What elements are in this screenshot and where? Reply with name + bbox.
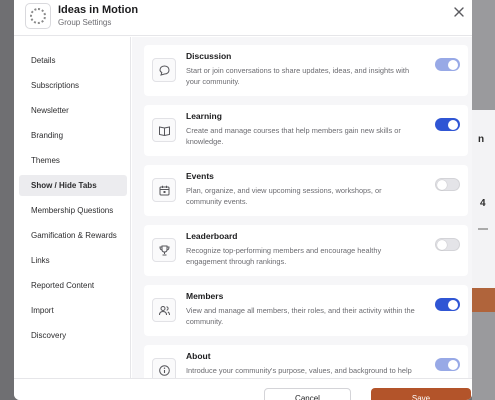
- sidebar-item-details[interactable]: Details: [19, 50, 127, 71]
- discussion-icon: [158, 64, 170, 76]
- toggle-knob: [448, 119, 458, 130]
- background-text: 4: [480, 198, 486, 209]
- leaderboard-toggle[interactable]: [435, 238, 460, 251]
- cancel-button[interactable]: Cancel: [264, 388, 351, 400]
- sidebar-item-gamification-rewards[interactable]: Gamification & Rewards: [19, 225, 127, 246]
- trophy-icon-box: [152, 238, 176, 262]
- tab-title: Discussion: [186, 51, 232, 61]
- sidebar-item-discovery[interactable]: Discovery: [19, 325, 127, 346]
- tab-title: Leaderboard: [186, 231, 238, 241]
- calendar-icon: [159, 185, 169, 195]
- close-icon: [454, 7, 464, 17]
- members-icon: [158, 305, 170, 315]
- background-divider: [478, 228, 488, 230]
- book-icon: [158, 125, 170, 136]
- group-title: Ideas in Motion: [58, 4, 139, 16]
- tab-description: Recognize top-performing members and enc…: [186, 246, 382, 266]
- tab-title: Events: [186, 171, 214, 181]
- sidebar-item-newsletter[interactable]: Newsletter: [19, 100, 127, 121]
- discussion-icon-box: [152, 58, 176, 82]
- tab-description: View and manage all members, their roles…: [186, 306, 415, 326]
- learning-toggle[interactable]: [435, 118, 460, 131]
- sidebar-item-subscriptions[interactable]: Subscriptions: [19, 75, 127, 96]
- discussion-toggle[interactable]: [435, 58, 460, 71]
- sidebar-item-membership-questions[interactable]: Membership Questions: [19, 200, 127, 221]
- tab-title: About: [186, 351, 211, 361]
- group-logo: [25, 3, 51, 29]
- tab-card-leaderboard: Leaderboard Recognize top-performing mem…: [144, 225, 468, 276]
- modal-footer: Cancel Save: [14, 378, 472, 400]
- calendar-icon-box: [152, 178, 176, 202]
- tab-description: Introduce your community's purpose, valu…: [186, 366, 412, 375]
- book-icon-box: [152, 118, 176, 142]
- tab-description: Plan, organize, and view upcoming sessio…: [186, 186, 382, 206]
- tab-description: Start or join conversations to share upd…: [186, 66, 410, 86]
- info-icon: [158, 364, 170, 376]
- tab-title: Members: [186, 291, 224, 301]
- members-icon-box: [152, 298, 176, 322]
- tab-title: Learning: [186, 111, 222, 121]
- members-toggle[interactable]: [435, 298, 460, 311]
- background-panel: n 4: [472, 110, 495, 300]
- tabs-settings-panel: Discussion Start or join conversations t…: [132, 37, 472, 378]
- background-button: [472, 288, 495, 312]
- tab-card-learning: Learning Create and manage courses that …: [144, 105, 468, 156]
- tab-card-events: Events Plan, organize, and view upcoming…: [144, 165, 468, 216]
- sidebar-item-themes[interactable]: Themes: [19, 150, 127, 171]
- toggle-knob: [448, 299, 458, 310]
- modal-subtitle: Group Settings: [58, 18, 112, 27]
- toggle-knob: [448, 59, 458, 70]
- about-toggle[interactable]: [435, 358, 460, 371]
- tab-description: Create and manage courses that help memb…: [186, 126, 401, 146]
- toggle-knob: [448, 359, 458, 370]
- background-text: n: [478, 134, 485, 145]
- sidebar-item-links[interactable]: Links: [19, 250, 127, 271]
- logo-ring-icon: [30, 8, 46, 24]
- close-button[interactable]: [452, 5, 466, 19]
- tab-card-discussion: Discussion Start or join conversations t…: [144, 45, 468, 96]
- tab-card-members: Members View and manage all members, the…: [144, 285, 468, 336]
- sidebar-item-branding[interactable]: Branding: [19, 125, 127, 146]
- toggle-knob: [437, 239, 447, 250]
- sidebar-item-reported-content[interactable]: Reported Content: [19, 275, 127, 296]
- events-toggle[interactable]: [435, 178, 460, 191]
- toggle-knob: [437, 179, 447, 190]
- save-button[interactable]: Save: [371, 388, 471, 400]
- sidebar-item-show-hide-tabs[interactable]: Show / Hide Tabs: [19, 175, 127, 196]
- sidebar-item-import[interactable]: Import: [19, 300, 127, 321]
- info-icon-box: [152, 358, 176, 378]
- modal-header: Ideas in Motion Group Settings: [14, 0, 472, 36]
- trophy-icon: [158, 245, 170, 255]
- group-settings-modal: Ideas in Motion Group Settings Details S…: [14, 0, 472, 400]
- settings-sidebar: Details Subscriptions Newsletter Brandin…: [14, 37, 131, 378]
- tab-card-about: About Introduce your community's purpose…: [144, 345, 468, 378]
